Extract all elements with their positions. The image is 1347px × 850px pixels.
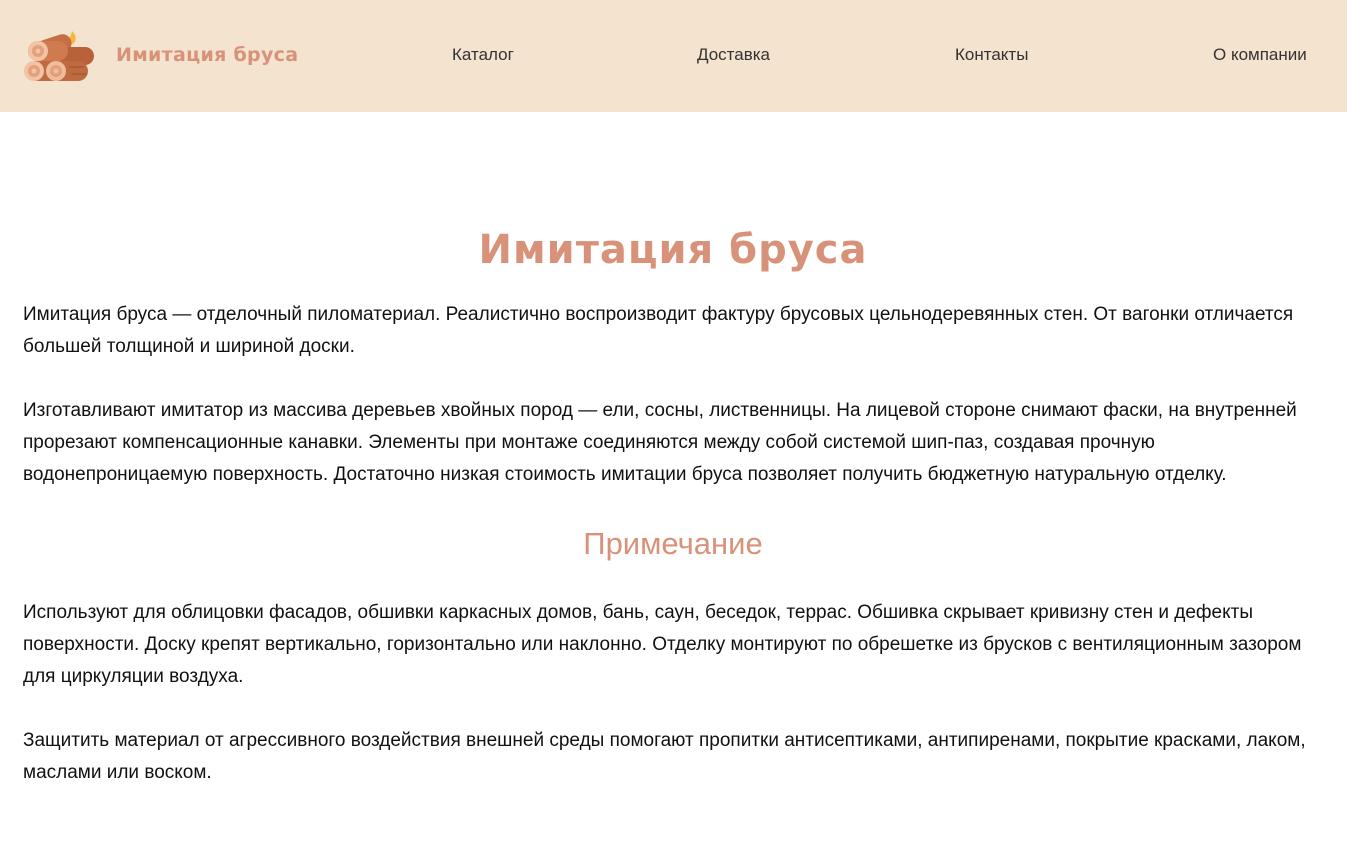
nav-link-about[interactable]: О компании (1213, 45, 1307, 65)
nav-link-contacts[interactable]: Контакты (955, 45, 1028, 65)
protection-paragraph: Защитить материал от агрессивного воздей… (23, 730, 1306, 783)
section-subtitle: Примечание (583, 526, 763, 561)
manufacturing-paragraph: Изготавливают имитатор из массива деревь… (23, 400, 1297, 485)
site-header: Имитация бруса Каталог Доставка Контакты… (0, 0, 1347, 112)
nav-link-delivery[interactable]: Доставка (697, 45, 770, 65)
main-nav: Каталог Доставка Контакты О компании (0, 0, 1347, 112)
main-content: Имитация бруса Имитация бруса — отделочн… (23, 112, 1323, 789)
nav-link-catalog[interactable]: Каталог (452, 45, 514, 65)
usage-paragraph: Используют для облицовки фасадов, обшивк… (23, 602, 1302, 687)
intro-paragraph: Имитация бруса — отделочный пиломатериал… (23, 304, 1294, 357)
page-title: Имитация бруса (478, 227, 868, 273)
